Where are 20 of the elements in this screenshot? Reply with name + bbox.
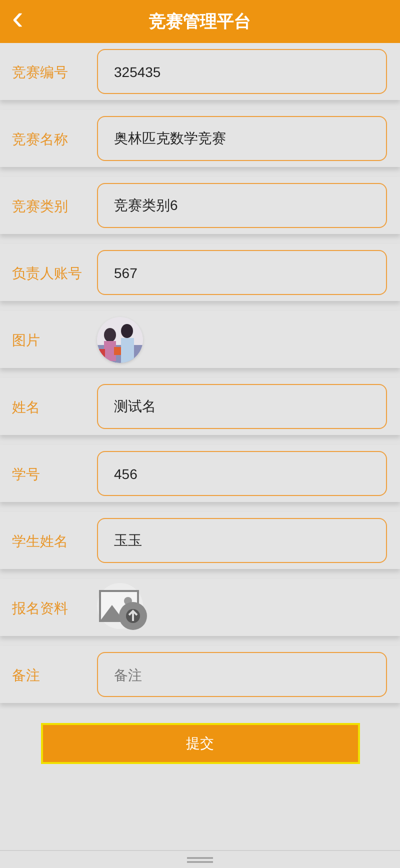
input-field[interactable]: 奥林匹克数学竞赛 <box>97 116 387 161</box>
page-title: 竞赛管理平台 <box>149 10 251 33</box>
input-field[interactable]: 325435 <box>97 49 387 94</box>
field-label: 竞赛名称 <box>12 130 69 148</box>
field-label: 竞赛类别 <box>12 196 69 216</box>
field-label: 备注 <box>12 666 41 684</box>
field-label: 报名资料 <box>12 598 69 618</box>
input-field[interactable]: 备注 <box>97 652 387 697</box>
input-field[interactable]: 456 <box>97 451 387 496</box>
field-label: 图片 <box>12 330 41 350</box>
drag-handle-icon[interactable] <box>187 856 213 862</box>
field-label: 学生姓名 <box>12 532 69 550</box>
field-label: 学号 <box>12 464 41 484</box>
input-field[interactable]: 567 <box>97 250 387 295</box>
input-field[interactable]: 玉玉 <box>97 518 387 563</box>
field-label: 负责人账号 <box>12 264 82 282</box>
field-label: 姓名 <box>12 398 41 416</box>
field-label: 竞赛编号 <box>12 62 69 82</box>
input-field[interactable]: 测试名 <box>97 384 387 429</box>
input-field[interactable]: 竞赛类别6 <box>97 183 387 228</box>
